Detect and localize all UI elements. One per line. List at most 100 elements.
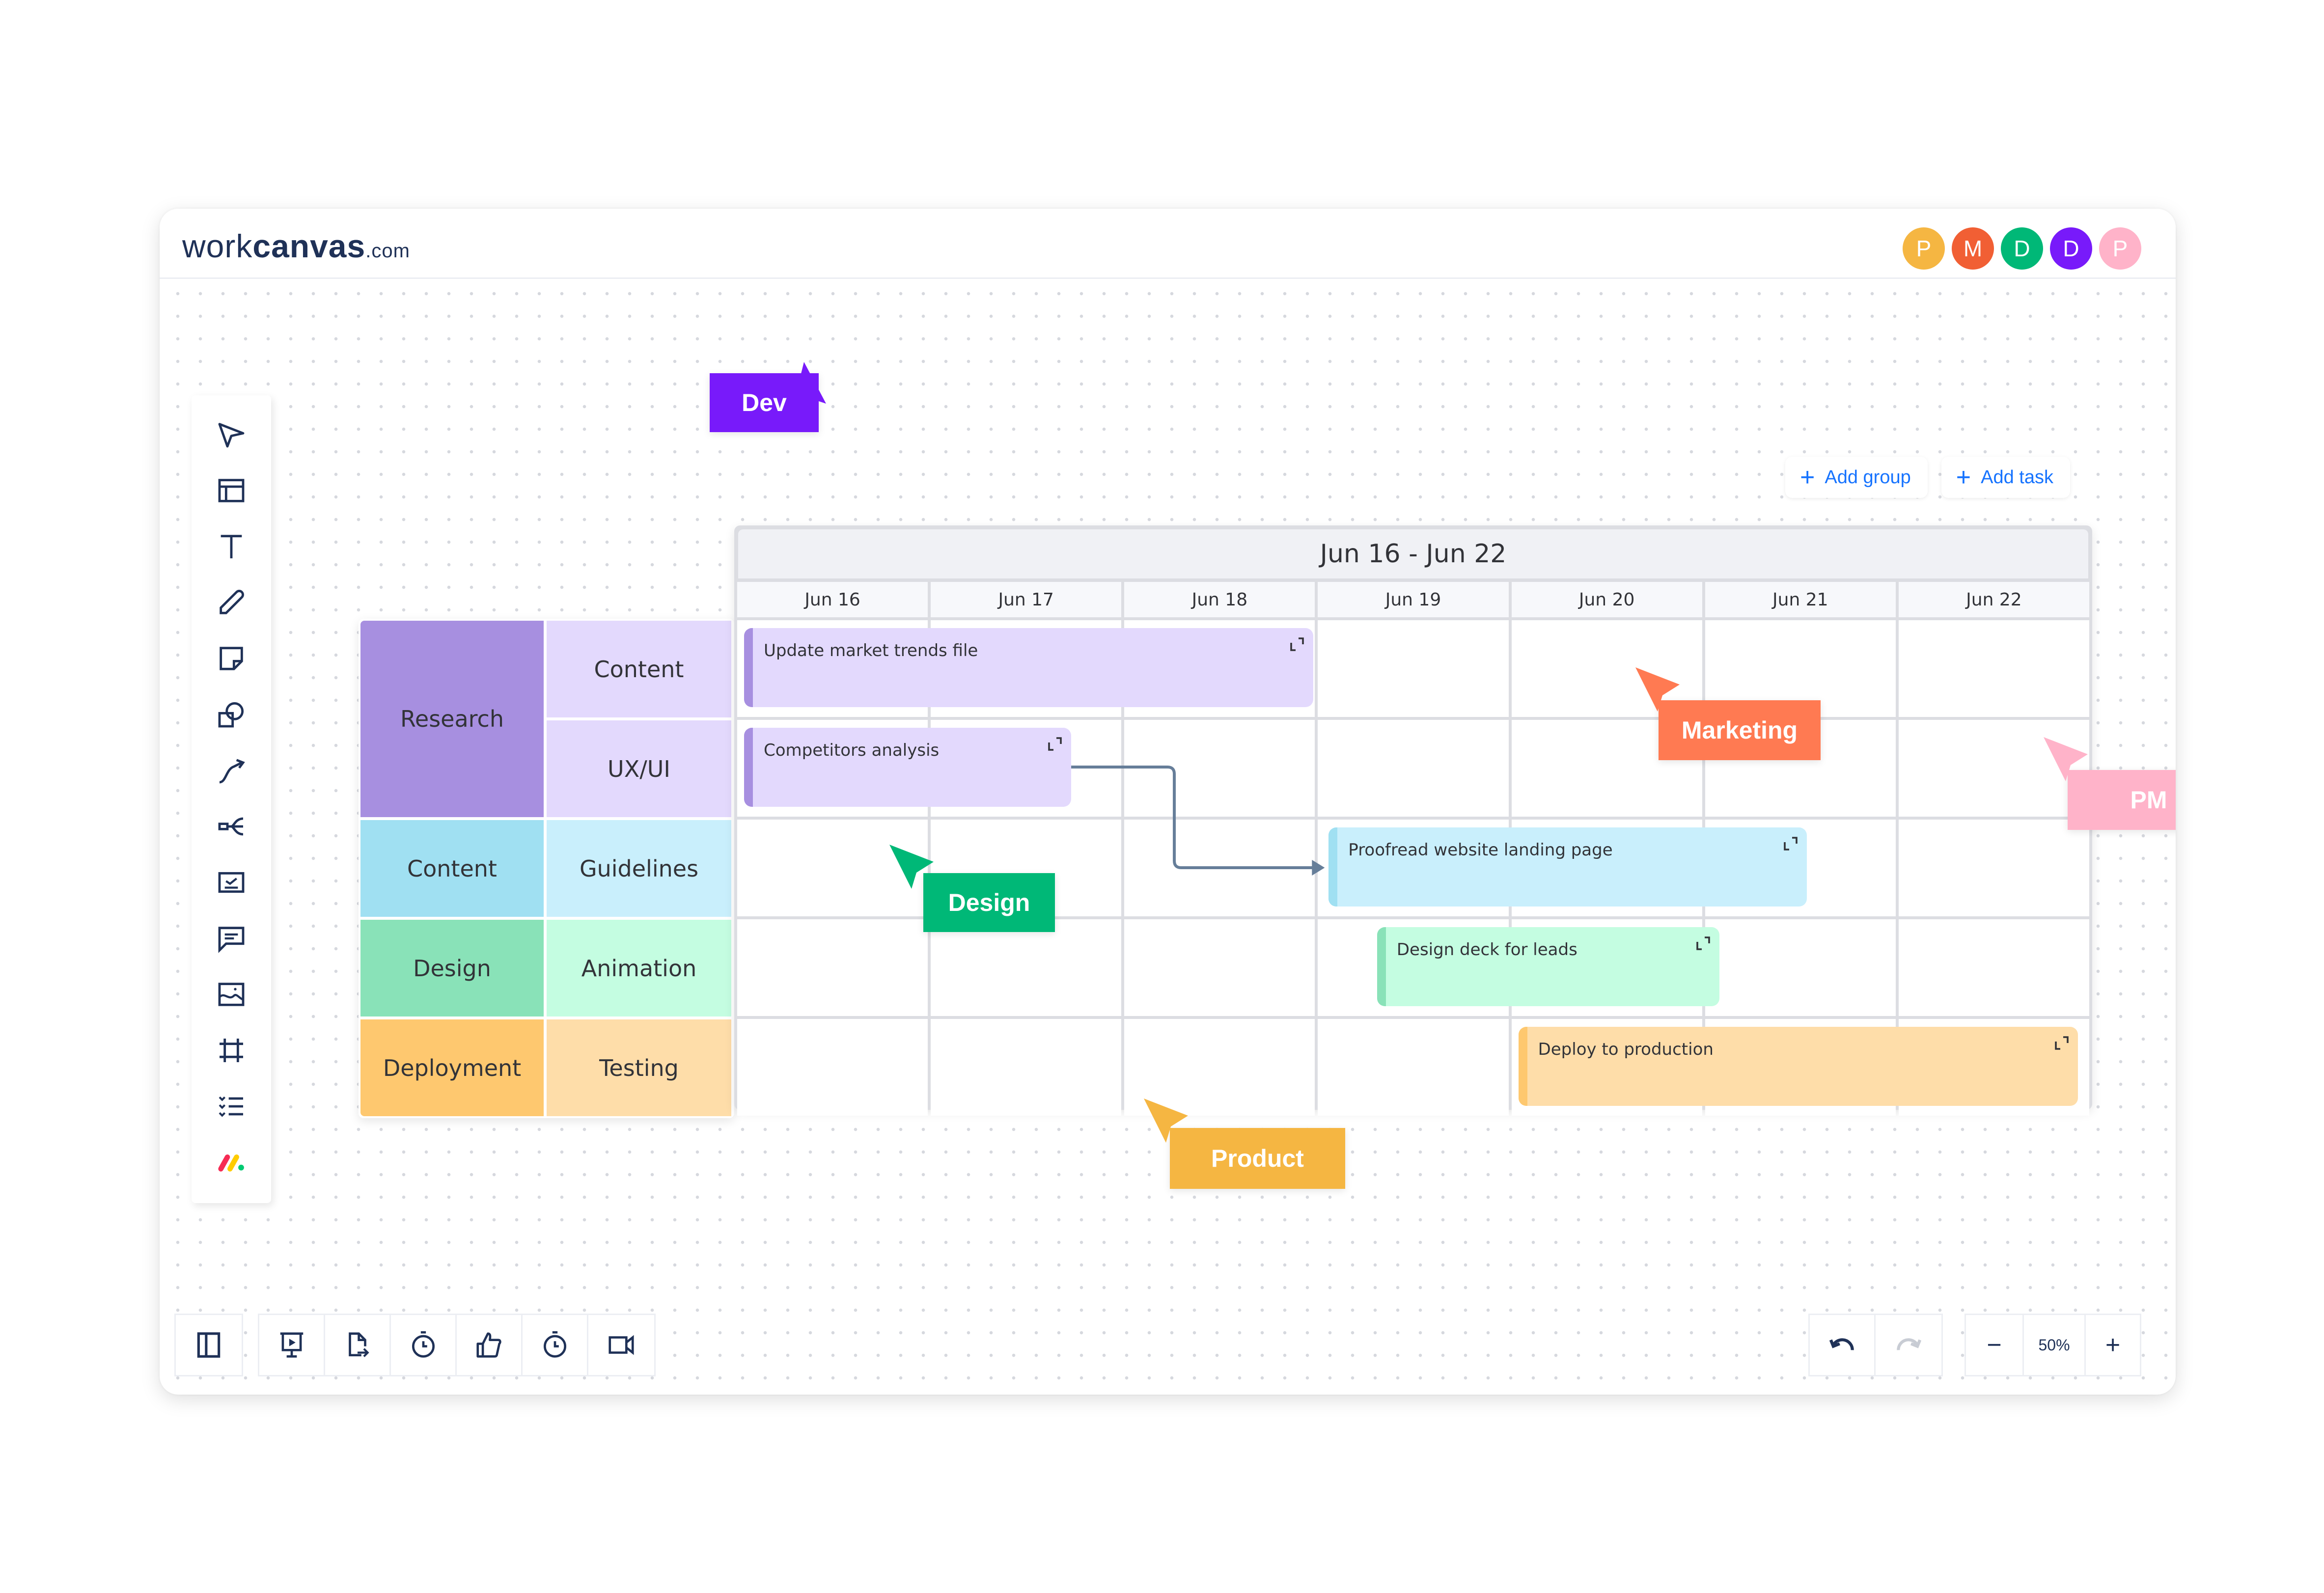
top-bar: workcanvas.com PMDDP <box>160 209 2176 279</box>
group-row: Content Guidelines <box>360 820 732 917</box>
logo-prefix: work <box>182 228 253 264</box>
timeline-grid: Update market trends file Competitors ana… <box>737 620 2089 1116</box>
day-header: Jun 17 <box>931 582 1122 617</box>
group-label[interactable]: Design <box>360 920 544 1016</box>
subgroup-label[interactable]: Guidelines <box>547 820 731 917</box>
group-row: Design Animation <box>360 920 732 1016</box>
zoom-out-button[interactable]: − <box>1966 1315 2024 1375</box>
file-export-icon <box>348 1332 369 1357</box>
dependency-arrow[interactable] <box>737 620 2089 1116</box>
export-button[interactable] <box>325 1315 391 1375</box>
group-label[interactable]: Content <box>360 820 544 917</box>
zoom-group: − 50% + <box>1964 1314 2141 1376</box>
cursor-arrow-icon <box>218 423 245 448</box>
text-icon <box>221 535 242 558</box>
app-window: workcanvas.com PMDDP + Add group + Add t… <box>160 209 2176 1395</box>
timeline-board: Jun 16 - Jun 22 Jun 16 Jun 17 Jun 18 Jun 19… <box>734 525 2092 1116</box>
checklist-icon <box>219 1096 243 1117</box>
day-header: Jun 19 <box>1318 582 1509 617</box>
connector-tool[interactable] <box>212 751 251 790</box>
image-tool[interactable] <box>212 975 251 1014</box>
video-camera-icon <box>609 1335 634 1355</box>
sidebar-panel-icon <box>197 1332 221 1358</box>
add-task-label: Add task <box>1981 467 2053 488</box>
shapes-icon <box>218 702 244 728</box>
subgroup-label[interactable]: Content <box>547 621 731 717</box>
pencil-icon <box>220 590 244 614</box>
panel-group <box>174 1314 243 1376</box>
monday-integration[interactable] <box>212 1143 251 1182</box>
cursor-pointer-icon <box>889 845 934 889</box>
sticky-note-tool[interactable] <box>212 639 251 678</box>
subgroup-column: Animation <box>547 920 731 1016</box>
redo-button[interactable] <box>1876 1315 1941 1375</box>
group-label[interactable]: Research <box>360 621 544 817</box>
subgroup-column: Guidelines <box>547 820 731 917</box>
connector-arrow-icon <box>219 759 245 784</box>
image-icon <box>218 983 245 1006</box>
checkbox-card-icon <box>218 872 245 893</box>
add-task-button[interactable]: + Add task <box>1941 457 2070 498</box>
day-header: Jun 16 <box>737 582 928 617</box>
timeline-day-headers: Jun 16 Jun 17 Jun 18 Jun 19 Jun 20 Jun 21 Jun … <box>737 582 2089 617</box>
pen-tool[interactable] <box>212 583 251 622</box>
group-labels: Research Content UX/UI Content Guidelines Des… <box>359 619 734 1118</box>
left-toolbar <box>192 395 271 1203</box>
monday-logo-icon <box>218 1154 244 1172</box>
frame-tool[interactable] <box>212 1031 251 1070</box>
timeline-range-title: Jun 16 - Jun 22 <box>738 529 2088 578</box>
cursor-label: Marketing <box>1659 700 1821 760</box>
comment-icon <box>218 927 245 953</box>
layout-icon <box>218 479 245 502</box>
subgroup-label[interactable]: UX/UI <box>547 720 731 817</box>
cursor-pointer-icon <box>782 362 826 404</box>
plus-icon: + <box>1800 463 1815 492</box>
avatar[interactable]: D <box>2050 227 2092 270</box>
text-tool[interactable] <box>212 527 251 566</box>
plus-icon: + <box>1956 463 1971 492</box>
sticky-note-icon <box>220 647 243 670</box>
add-group-button[interactable]: + Add group <box>1785 457 1928 498</box>
avatar[interactable]: D <box>2001 227 2043 270</box>
toggle-panel-button[interactable] <box>176 1315 242 1375</box>
group-row: Research Content UX/UI <box>360 621 732 817</box>
shapes-tool[interactable] <box>212 695 251 734</box>
logo-bold: canvas <box>252 228 366 264</box>
vote-button[interactable] <box>457 1315 523 1375</box>
logo-suffix: .com <box>365 240 410 262</box>
subgroup-label[interactable]: Testing <box>547 1019 731 1116</box>
workcanvas-logo[interactable]: workcanvas.com <box>182 227 410 265</box>
avatar[interactable]: P <box>2099 227 2141 270</box>
present-button[interactable] <box>259 1315 325 1375</box>
undo-button[interactable] <box>1810 1315 1876 1375</box>
group-label[interactable]: Deployment <box>360 1019 544 1116</box>
zoom-level[interactable]: 50% <box>2024 1315 2086 1375</box>
day-header: Jun 20 <box>1511 582 1702 617</box>
video-button[interactable] <box>588 1315 654 1375</box>
bottom-toolbar-right: − 50% + <box>1808 1314 2141 1376</box>
subgroup-column: Content UX/UI <box>547 621 731 817</box>
avatar[interactable]: P <box>1903 227 1945 270</box>
stopwatch-button[interactable] <box>523 1315 588 1375</box>
day-header: Jun 18 <box>1124 582 1315 617</box>
presentation-icon <box>280 1332 303 1358</box>
cursor-pointer-icon <box>1635 667 1680 712</box>
select-tool[interactable] <box>212 415 251 454</box>
subgroup-column: Testing <box>547 1019 731 1116</box>
task-tool[interactable] <box>212 863 251 902</box>
timeline-actions: + Add group + Add task <box>1785 457 2070 498</box>
subgroup-label[interactable]: Animation <box>547 920 731 1016</box>
cursor-label: Design <box>923 873 1055 932</box>
day-header: Jun 21 <box>1705 582 1896 617</box>
thumbs-up-icon <box>476 1332 501 1358</box>
timer-button[interactable] <box>391 1315 457 1375</box>
mindmap-tool[interactable] <box>212 807 251 846</box>
list-tool[interactable] <box>212 1087 251 1126</box>
redo-icon <box>1897 1338 1922 1350</box>
avatar[interactable]: M <box>1952 227 1994 270</box>
zoom-in-button[interactable]: + <box>2086 1315 2140 1375</box>
frame-icon <box>220 1039 243 1062</box>
template-tool[interactable] <box>212 471 251 510</box>
comment-tool[interactable] <box>212 919 251 958</box>
stopwatch-icon <box>543 1331 566 1358</box>
